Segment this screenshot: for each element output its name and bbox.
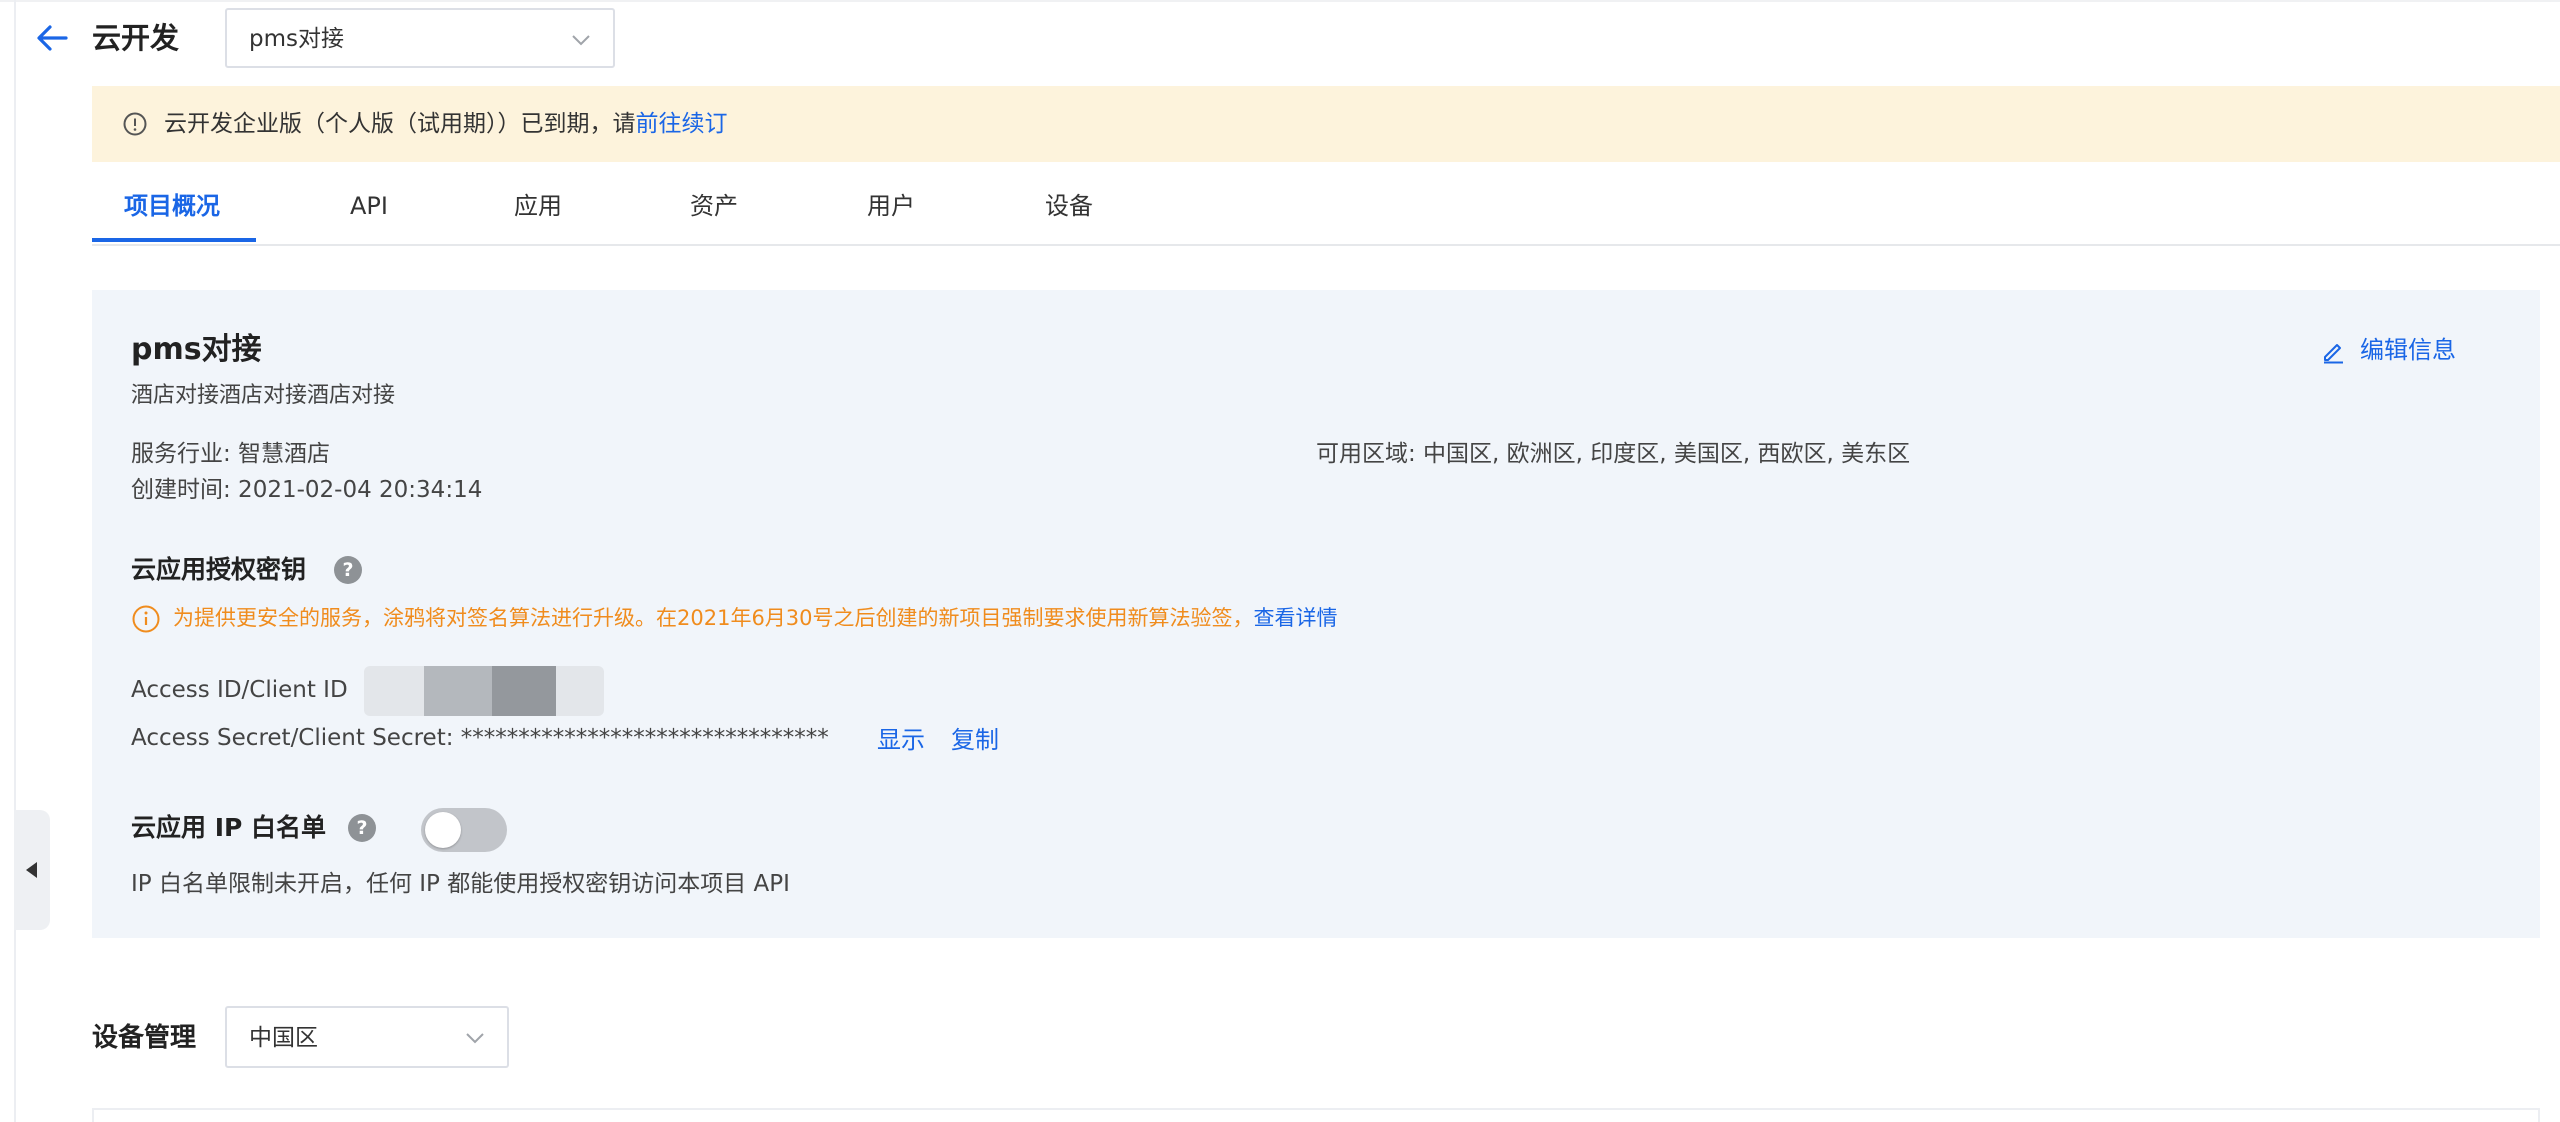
mask-block [424,666,492,716]
sidebar-collapse-handle[interactable] [14,810,50,930]
region-select[interactable]: 中国区 [225,1006,509,1068]
tab-overview[interactable]: 项目概况 [124,186,220,226]
access-secret: Access Secret/Client Secret: ***********… [131,725,829,751]
project-select-value: pms对接 [249,26,344,52]
region-select-value: 中国区 [249,1025,318,1051]
tab-devices[interactable]: 设备 [1045,186,1093,226]
chevron-down-icon [466,1033,484,1044]
auth-key-title: 云应用授权密钥 [131,555,307,584]
access-id-label: Access ID/Client ID [131,677,348,703]
help-icon[interactable]: ? [334,556,362,584]
caret-left-icon [26,862,37,878]
device-table [92,1108,2540,1122]
ip-whitelist-title: 云应用 IP 白名单 [131,813,327,842]
project-description: 酒店对接酒店对接酒店对接 [131,383,396,408]
project-name: pms对接 [131,332,262,367]
ip-whitelist-toggle[interactable] [421,808,507,852]
active-tab-indicator [92,238,256,242]
warning-circle-icon [132,605,160,633]
chevron-down-icon [572,35,590,46]
renew-link[interactable]: 前往续订 [636,111,728,137]
app-title: 云开发 [92,21,180,55]
tab-api[interactable]: API [350,186,388,226]
edit-pencil-icon [2324,344,2343,364]
banner-text: 云开发企业版（个人版（试用期））已到期，请 [164,111,636,137]
left-divider [14,0,16,1122]
project-info-card: pms对接 酒店对接酒店对接酒店对接 编辑信息 服务行业: 智慧酒店 创建时间:… [92,290,2540,938]
copy-secret-button[interactable]: 复制 [951,722,999,758]
project-select[interactable]: pms对接 [225,8,615,68]
access-id-value-masked [364,666,604,716]
expiry-banner: 云开发企业版（个人版（试用期））已到期，请前往续订 [92,86,2560,162]
edit-info-label: 编辑信息 [2360,336,2456,364]
info-circle-icon [123,112,147,136]
help-icon[interactable]: ? [348,814,376,842]
toggle-knob [425,812,461,848]
available-regions: 可用区域: 中国区, 欧洲区, 印度区, 美国区, 西欧区, 美东区 [1316,441,1911,467]
view-details-link[interactable]: 查看详情 [1254,606,1338,630]
back-arrow-icon[interactable] [30,16,74,60]
service-industry: 服务行业: 智慧酒店 [131,441,331,467]
device-management-label: 设备管理 [92,1023,197,1053]
tab-assets[interactable]: 资产 [690,186,738,226]
top-divider [0,0,2560,2]
mask-block [492,666,556,716]
tab-users[interactable]: 用户 [867,186,915,226]
ip-whitelist-description: IP 白名单限制未开启，任何 IP 都能使用授权密钥访问本项目 API [131,871,790,897]
notice-text: 为提供更安全的服务，涂鸦将对签名算法进行升级。在2021年6月30号之后创建的新… [173,606,1254,630]
created-time: 创建时间: 2021-02-04 20:34:14 [131,477,483,503]
tab-apps[interactable]: 应用 [514,186,562,226]
tab-bar: 项目概况 API 应用 资产 用户 设备 [92,170,2560,246]
show-secret-button[interactable]: 显示 [877,722,925,758]
